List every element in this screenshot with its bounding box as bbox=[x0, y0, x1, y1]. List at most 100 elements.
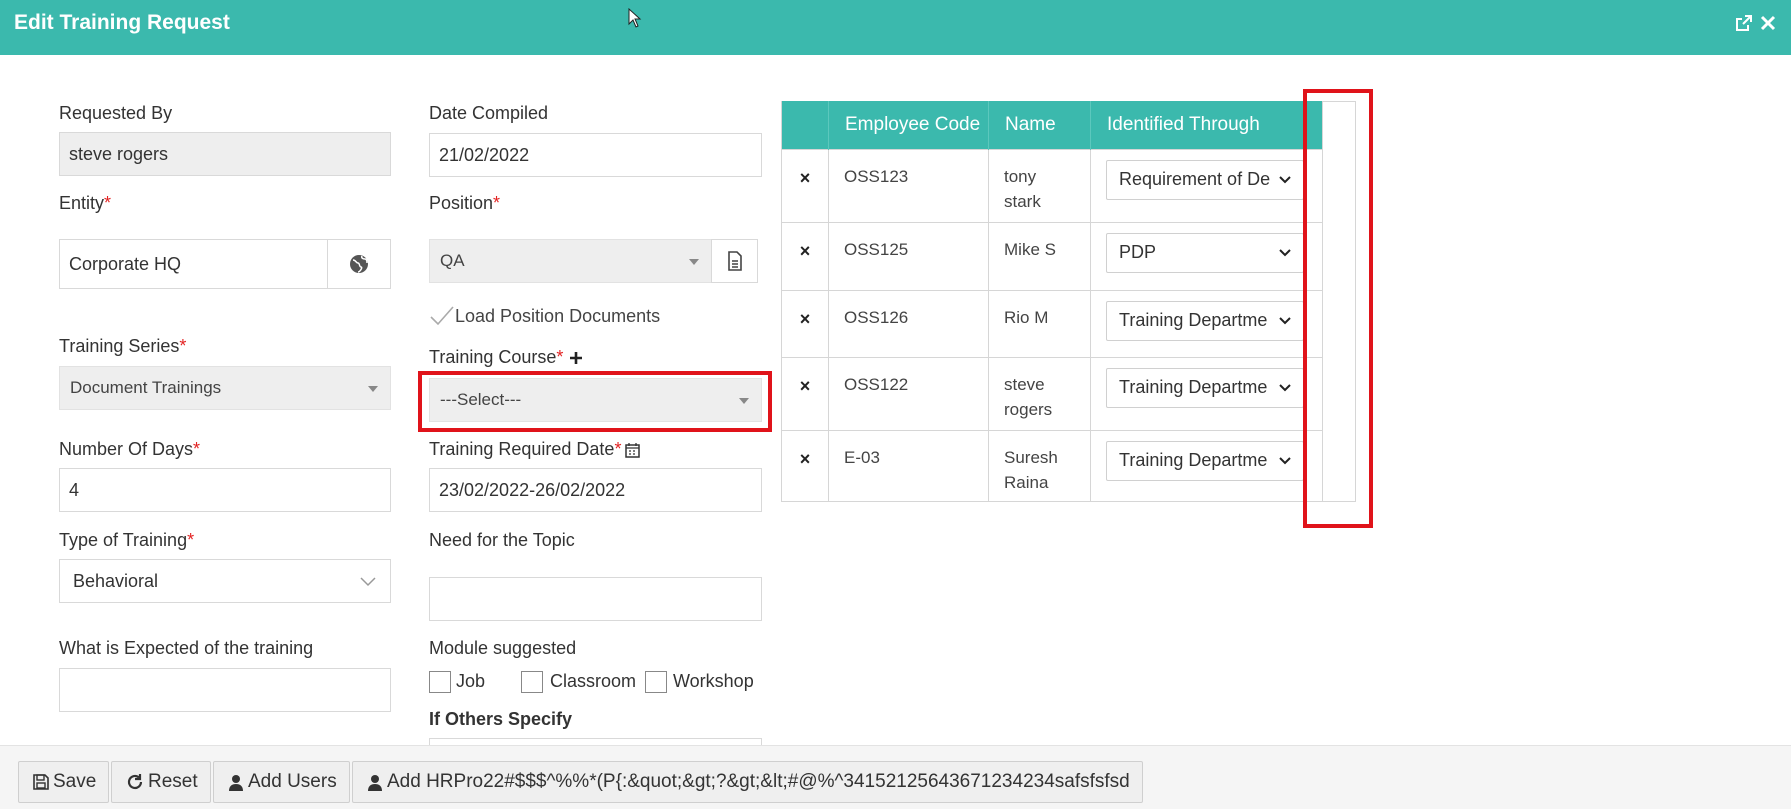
training-series-label-text: Training Series bbox=[59, 336, 180, 356]
required-mark: * bbox=[187, 530, 195, 550]
employee-code-cell: OSS122 bbox=[828, 356, 989, 431]
save-label: Save bbox=[53, 771, 97, 792]
requested-by-field[interactable]: steve rogers bbox=[59, 132, 391, 176]
add-hrpro-button[interactable]: Add HRPro22#$$$^%%*(P{:&quot;&gt;?&gt;&l… bbox=[352, 761, 1143, 803]
employee-code-cell: E-03 bbox=[828, 429, 989, 502]
name-line: Mike S bbox=[1004, 239, 1056, 259]
number-of-days-field[interactable]: 4 bbox=[59, 468, 391, 512]
calendar-icon[interactable] bbox=[625, 442, 641, 458]
employee-name-cell: Rio M bbox=[988, 289, 1091, 358]
training-series-select[interactable]: Document Trainings bbox=[59, 366, 391, 410]
identified-through-select[interactable]: Training Departme bbox=[1106, 300, 1304, 341]
remove-row-icon[interactable]: × bbox=[781, 148, 829, 223]
caret-down-icon bbox=[739, 398, 749, 404]
name-line: steve bbox=[1004, 374, 1045, 394]
expected-field[interactable] bbox=[59, 668, 391, 712]
floppy-disk-icon bbox=[33, 774, 49, 790]
close-icon[interactable] bbox=[1759, 14, 1777, 32]
table-header-row: Employee Code Name Identified Through bbox=[781, 101, 1323, 149]
type-of-training-value: Behavioral bbox=[73, 570, 159, 591]
position-select[interactable]: QA bbox=[429, 239, 712, 283]
name-line: Raina bbox=[1004, 472, 1049, 492]
classroom-label: Classroom bbox=[550, 671, 637, 691]
plus-icon[interactable] bbox=[569, 351, 583, 365]
training-series-value: Document Trainings bbox=[70, 378, 222, 397]
remove-row-icon[interactable]: × bbox=[781, 356, 829, 431]
date-compiled-field[interactable]: 21/02/2022 bbox=[429, 133, 762, 177]
user-icon bbox=[229, 774, 243, 791]
training-required-date-field[interactable]: 23/02/2022-26/02/2022 bbox=[429, 468, 762, 512]
need-for-topic-label: Need for the Topic bbox=[429, 530, 575, 550]
identified-through-cell: PDP bbox=[1090, 221, 1323, 291]
employee-code-cell: OSS126 bbox=[828, 289, 989, 358]
column-header-identified-through: Identified Through bbox=[1090, 101, 1323, 149]
column-header-name: Name bbox=[988, 101, 1091, 149]
identified-through-value: PDP bbox=[1119, 242, 1157, 262]
refresh-icon bbox=[127, 774, 143, 790]
identified-through-select[interactable]: Training Departme bbox=[1106, 367, 1304, 408]
file-text-icon bbox=[727, 251, 742, 271]
training-course-label-text: Training Course bbox=[429, 347, 557, 367]
reset-button[interactable]: Reset bbox=[111, 761, 211, 803]
add-users-label: Add Users bbox=[248, 771, 337, 792]
name-line: Suresh bbox=[1004, 447, 1058, 467]
check-icon bbox=[430, 306, 454, 326]
identified-through-cell: Training Departme bbox=[1090, 429, 1323, 502]
date-compiled-label: Date Compiled bbox=[429, 103, 549, 123]
table-row: × OSS126 Rio M Training Departme bbox=[781, 289, 1323, 358]
table-row: × OSS125 Mike S PDP bbox=[781, 221, 1323, 291]
chevron-down-icon bbox=[1279, 456, 1291, 464]
employee-name-cell: Suresh Raina bbox=[988, 429, 1091, 502]
position-label: Position* bbox=[429, 193, 500, 214]
required-mark: * bbox=[556, 347, 564, 367]
remove-row-icon[interactable]: × bbox=[781, 289, 829, 358]
table-scroll-gutter bbox=[1322, 101, 1356, 501]
name-line: stark bbox=[1004, 191, 1041, 211]
training-required-date-label-text: Training Required Date bbox=[429, 439, 615, 459]
job-checkbox[interactable] bbox=[429, 671, 451, 693]
entity-globe-button[interactable] bbox=[327, 239, 391, 289]
position-label-text: Position bbox=[429, 193, 494, 213]
name-line: tony bbox=[1004, 166, 1037, 186]
type-of-training-label-text: Type of Training bbox=[59, 530, 188, 550]
training-course-select[interactable]: ---Select--- bbox=[429, 378, 762, 422]
requested-by-label: Requested By bbox=[59, 103, 173, 123]
training-course-label: Training Course * bbox=[429, 347, 583, 368]
employee-code-cell: OSS125 bbox=[828, 221, 989, 291]
workshop-label: Workshop bbox=[673, 671, 754, 691]
user-icon bbox=[368, 774, 382, 791]
chevron-down-icon bbox=[1279, 383, 1291, 391]
identified-through-select[interactable]: Training Departme bbox=[1106, 440, 1304, 481]
entity-label: Entity* bbox=[59, 193, 111, 214]
number-of-days-label: Number Of Days* bbox=[59, 439, 200, 460]
column-header-remove bbox=[781, 101, 829, 149]
chevron-down-icon bbox=[1279, 175, 1291, 183]
identified-through-select[interactable]: PDP bbox=[1106, 232, 1304, 273]
training-series-label: Training Series* bbox=[59, 336, 186, 357]
identified-through-select[interactable]: Requirement of De bbox=[1106, 159, 1304, 200]
dialog-title: Edit Training Request bbox=[14, 11, 230, 34]
reset-label: Reset bbox=[148, 771, 198, 792]
identified-through-value: Training Departme bbox=[1119, 450, 1268, 470]
type-of-training-select[interactable]: Behavioral bbox=[59, 559, 391, 603]
load-position-documents-toggle[interactable]: Load Position Documents bbox=[429, 305, 660, 327]
column-header-employee-code: Employee Code bbox=[828, 101, 989, 149]
save-button[interactable]: Save bbox=[18, 761, 110, 803]
classroom-checkbox[interactable] bbox=[521, 671, 543, 693]
workshop-checkbox[interactable] bbox=[645, 671, 667, 693]
name-line: Rio M bbox=[1004, 307, 1049, 327]
dialog-controls bbox=[1735, 14, 1777, 32]
entity-field[interactable]: Corporate HQ bbox=[59, 239, 329, 289]
remove-row-icon[interactable]: × bbox=[781, 221, 829, 291]
employees-table: Employee Code Name Identified Through × … bbox=[781, 101, 1323, 502]
identified-through-cell: Requirement of De bbox=[1090, 148, 1323, 223]
remove-row-icon[interactable]: × bbox=[781, 429, 829, 502]
chevron-down-icon bbox=[1279, 316, 1291, 324]
type-of-training-label: Type of Training* bbox=[59, 530, 194, 551]
need-for-topic-field[interactable] bbox=[429, 577, 762, 621]
position-documents-button[interactable] bbox=[711, 239, 758, 283]
employee-name-cell: tony stark bbox=[988, 148, 1091, 223]
table-row: × OSS122 steve rogers Training Departme bbox=[781, 356, 1323, 431]
add-users-button[interactable]: Add Users bbox=[213, 761, 350, 803]
external-link-icon[interactable] bbox=[1735, 14, 1753, 32]
